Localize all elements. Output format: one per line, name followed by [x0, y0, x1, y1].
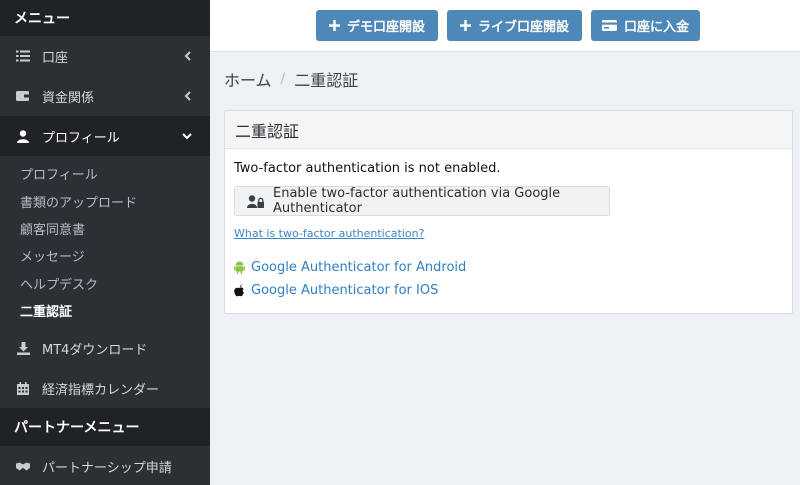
sidebar-item-label: 資金関係: [42, 90, 95, 106]
top-toolbar: デモ口座開設 ライブ口座開設 口座に入金: [210, 0, 800, 52]
chevron-left-icon: [182, 91, 192, 101]
user-icon: [16, 129, 30, 143]
submenu-item-messages[interactable]: メッセージ: [0, 242, 210, 269]
breadcrumb: ホーム / 二重認証: [224, 67, 358, 91]
apple-icon: [233, 284, 245, 297]
sidebar: メニュー 口座 資金関係 プロフィール プロフィール 書類のアップロード 顧客同…: [0, 0, 210, 485]
submenu-item-documents[interactable]: 書類のアップロード: [0, 187, 210, 214]
panel-title: 二重認証: [225, 111, 792, 149]
sidebar-item-profile[interactable]: プロフィール: [0, 116, 210, 156]
submenu-item-agreement[interactable]: 顧客同意書: [0, 215, 210, 242]
sidebar-item-label: パートナーシップ申請: [42, 460, 172, 476]
wallet-icon: [16, 89, 30, 103]
what-is-two-factor-link[interactable]: What is two-factor authentication?: [234, 227, 424, 240]
plus-icon: [459, 20, 471, 31]
android-link-label: Google Authenticator for Android: [251, 260, 467, 275]
menu-title: メニュー: [0, 0, 210, 36]
sidebar-item-calendar[interactable]: 経済指標カレンダー: [0, 368, 210, 408]
handshake-icon: [16, 459, 30, 473]
breadcrumb-home[interactable]: ホーム: [224, 67, 272, 91]
live-button-label: ライブ口座開設: [477, 20, 569, 35]
sidebar-item-accounts[interactable]: 口座: [0, 36, 210, 76]
credit-card-icon: [601, 20, 617, 31]
profile-submenu: プロフィール 書類のアップロード 顧客同意書 メッセージ ヘルプデスク 二重認証: [0, 156, 210, 329]
chevron-down-icon: [182, 131, 192, 141]
chevron-left-icon: [182, 51, 192, 61]
sidebar-item-partnership[interactable]: パートナーシップ申請: [0, 446, 210, 485]
user-lock-icon: [247, 194, 264, 208]
sidebar-item-label: 経済指標カレンダー: [42, 382, 160, 398]
breadcrumb-current: 二重認証: [294, 71, 359, 90]
ios-link-label: Google Authenticator for IOS: [251, 283, 439, 298]
android-authenticator-link[interactable]: Google Authenticator for Android: [233, 260, 466, 275]
download-icon: [16, 341, 30, 355]
submenu-item-two-factor[interactable]: 二重認証: [0, 297, 210, 324]
submenu-item-profile[interactable]: プロフィール: [0, 160, 210, 187]
demo-button-label: デモ口座開設: [346, 20, 425, 35]
ios-authenticator-link[interactable]: Google Authenticator for IOS: [233, 283, 438, 298]
enable-two-factor-button[interactable]: Enable two-factor authentication via Goo…: [234, 186, 610, 216]
sidebar-item-label: 口座: [42, 50, 69, 66]
submenu-item-helpdesk[interactable]: ヘルプデスク: [0, 270, 210, 297]
deposit-button-label: 口座に入金: [623, 20, 689, 35]
sidebar-item-label: MT4ダウンロード: [42, 342, 148, 358]
partner-menu-title: パートナーメニュー: [0, 408, 210, 447]
deposit-button[interactable]: 口座に入金: [591, 10, 700, 41]
open-live-account-button[interactable]: ライブ口座開設: [447, 10, 582, 41]
enable-two-factor-label: Enable two-factor authentication via Goo…: [273, 186, 561, 216]
plus-icon: [328, 20, 340, 31]
calendar-icon: [16, 381, 30, 395]
sidebar-item-funds[interactable]: 資金関係: [0, 76, 210, 116]
android-icon: [233, 261, 245, 274]
sidebar-item-mt4-download[interactable]: MT4ダウンロード: [0, 328, 210, 368]
two-factor-status-text: Two-factor authentication is not enabled…: [234, 161, 501, 176]
list-icon: [16, 49, 30, 63]
sidebar-item-label: プロフィール: [42, 130, 120, 146]
open-demo-account-button[interactable]: デモ口座開設: [316, 10, 438, 41]
breadcrumb-separator: /: [280, 71, 286, 87]
